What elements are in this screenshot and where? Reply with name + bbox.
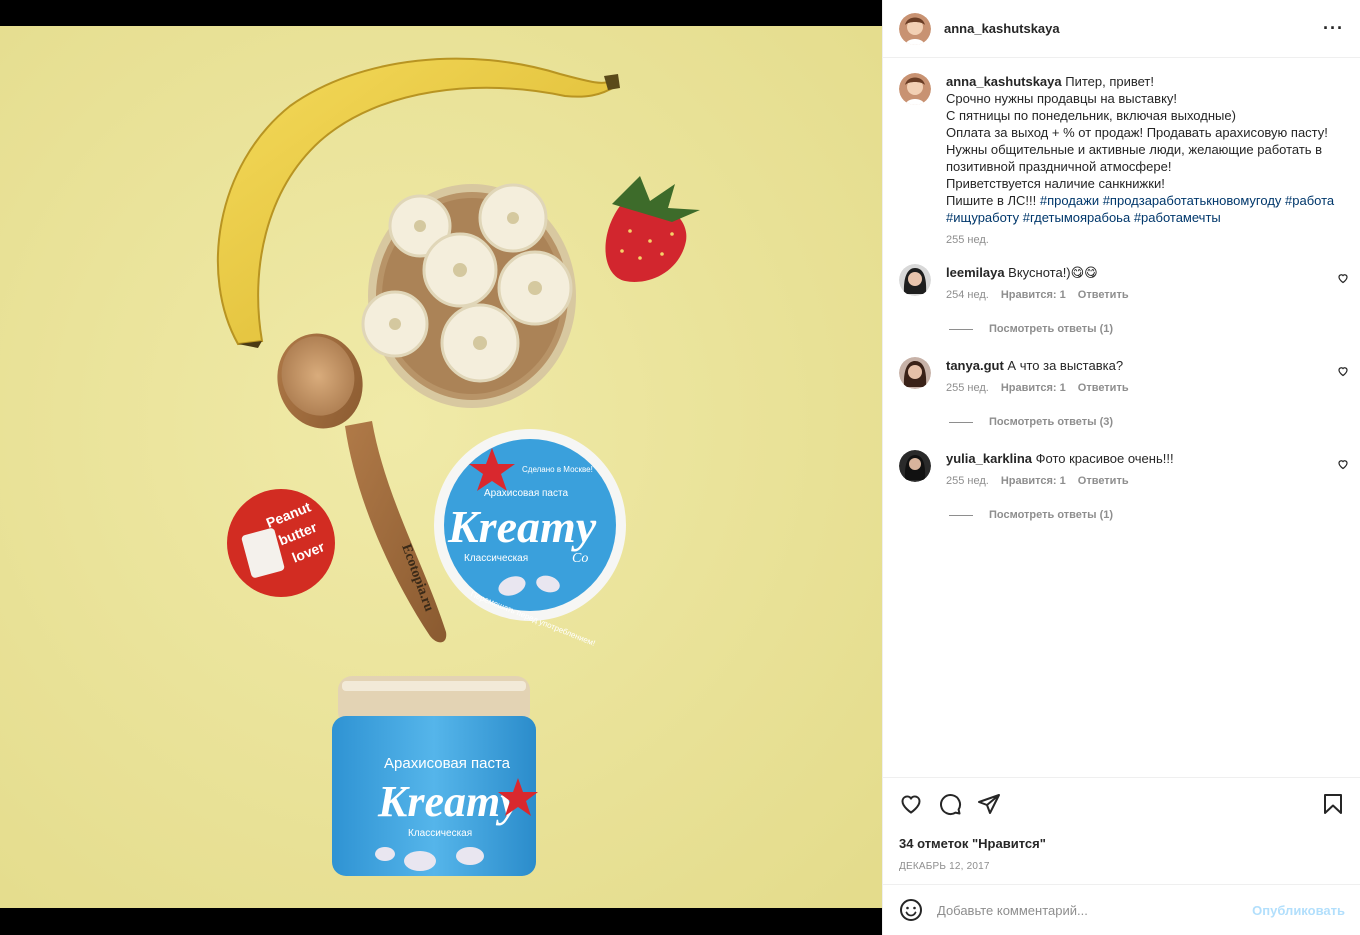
lid-made-text: Сделано в Москве! <box>522 465 593 474</box>
add-comment-bar: Опубликовать <box>883 884 1360 935</box>
comment-username[interactable]: tanya.gut <box>946 358 1004 373</box>
caption-line-2: Срочно нужны продавцы на выставку! <box>946 91 1178 106</box>
comment: tanya.gut А что за выставка? 255 нед. Нра… <box>883 357 1360 394</box>
hashtag[interactable]: #продзаработатькновомугоду <box>1103 193 1282 208</box>
jar-brand: Kreamy <box>377 777 520 826</box>
caption-meta: 255 нед. <box>946 234 1346 246</box>
emoji-icon[interactable] <box>899 898 923 922</box>
comment-bubble-icon[interactable] <box>938 792 962 816</box>
comment-text: А что за выставка? <box>1007 358 1124 373</box>
share-paper-plane-icon[interactable] <box>977 792 1001 816</box>
hashtag[interactable]: #гдетымоярабоьа <box>1023 210 1130 225</box>
caption-text: anna_kashutskaya Питер, привет! Срочно н… <box>946 73 1346 226</box>
view-replies-label: Посмотреть ответы (1) <box>989 323 1114 335</box>
comment-heart-icon[interactable] <box>1337 458 1349 470</box>
peanut-butter-jar: Арахисовая паста Kreamy Классическая <box>332 676 538 876</box>
replies-divider <box>949 328 973 330</box>
author-avatar[interactable] <box>899 12 931 45</box>
view-replies-label: Посмотреть ответы (1) <box>989 509 1114 521</box>
caption-line-7: Пишите в ЛС!!! <box>946 193 1037 208</box>
view-replies-button[interactable]: Посмотреть ответы (3) <box>949 416 1360 428</box>
reply-button[interactable]: Ответить <box>1078 382 1129 394</box>
comment-likes[interactable]: Нравится: 1 <box>1001 382 1066 394</box>
lid-subtitle: Арахисовая паста <box>484 488 568 499</box>
comment-username[interactable]: leemilaya <box>946 265 1005 280</box>
comment-input[interactable] <box>937 902 1253 918</box>
jar-type: Классическая <box>408 828 472 839</box>
replies-divider <box>949 514 973 516</box>
comments-list: anna_kashutskaya Питер, привет! Срочно н… <box>883 59 1360 777</box>
comment-time[interactable]: 255 нед. <box>946 475 989 487</box>
post-date[interactable]: ДЕКАБРЬ 12, 2017 <box>899 861 1345 872</box>
commenter-avatar[interactable] <box>899 450 931 482</box>
publish-button[interactable]: Опубликовать <box>1252 903 1345 918</box>
comment-likes[interactable]: Нравится: 1 <box>1001 475 1066 487</box>
view-replies-button[interactable]: Посмотреть ответы (1) <box>949 323 1360 335</box>
view-replies-label: Посмотреть ответы (3) <box>989 416 1114 428</box>
author-username[interactable]: anna_kashutskaya <box>944 21 1060 36</box>
comment-text: Фото красивое очень!!! <box>1035 451 1174 466</box>
reply-button[interactable]: Ответить <box>1078 475 1129 487</box>
comment-time[interactable]: 255 нед. <box>946 382 989 394</box>
lid-brand: Kreamy <box>447 501 597 552</box>
hashtag[interactable]: #продажи <box>1040 193 1099 208</box>
caption-avatar[interactable] <box>899 73 931 105</box>
save-bookmark-icon[interactable] <box>1321 792 1345 816</box>
more-options-icon[interactable]: ··· <box>1323 18 1344 39</box>
like-heart-icon[interactable] <box>899 792 923 816</box>
jar-title: Арахисовая паста <box>384 755 511 772</box>
caption-line-4: Оплата за выход + % от продаж! Продавать… <box>946 125 1328 140</box>
post-actions: 34 отметок "Нравится" ДЕКАБРЬ 12, 2017 <box>883 777 1360 872</box>
replies-divider <box>949 421 973 423</box>
post-header: anna_kashutskaya ··· <box>883 0 1360 58</box>
hashtag[interactable]: #работамечты <box>1134 210 1221 225</box>
comment-username[interactable]: yulia_karklina <box>946 451 1032 466</box>
commenter-avatar[interactable] <box>899 264 931 296</box>
view-replies-button[interactable]: Посмотреть ответы (1) <box>949 509 1360 521</box>
comment-heart-icon[interactable] <box>1337 365 1349 377</box>
reply-button[interactable]: Ответить <box>1078 289 1129 301</box>
caption-time[interactable]: 255 нед. <box>946 234 989 246</box>
post-details-panel: anna_kashutskaya ··· anna_kashutskaya Пи… <box>882 0 1360 935</box>
comment-time[interactable]: 254 нед. <box>946 289 989 301</box>
hashtag[interactable]: #работа <box>1285 193 1334 208</box>
caption-line-1: Питер, привет! <box>1065 74 1155 89</box>
post-media: Ecotopia.ru Peanut butter lover Сделано … <box>0 0 882 935</box>
action-icons <box>899 792 1345 816</box>
comment-likes[interactable]: Нравится: 1 <box>1001 289 1066 301</box>
commenter-avatar[interactable] <box>899 357 931 389</box>
caption-line-5: Нужны общительные и активные люди, желаю… <box>946 142 1323 174</box>
caption-line-6: Приветствуется наличие санкнижки! <box>946 176 1165 191</box>
caption-username[interactable]: anna_kashutskaya <box>946 74 1062 89</box>
likes-count[interactable]: 34 отметок "Нравится" <box>899 836 1345 851</box>
lid-type: Классическая <box>464 553 528 564</box>
hashtag[interactable]: #ищуработу <box>946 210 1019 225</box>
lid-co: Co <box>572 551 588 566</box>
comment-text: Вкуснота!)😋😋 <box>1008 265 1098 280</box>
comment-heart-icon[interactable] <box>1337 272 1349 284</box>
comment: yulia_karklina Фото красивое очень!!! 25… <box>883 450 1360 487</box>
post-photo[interactable]: Ecotopia.ru Peanut butter lover Сделано … <box>0 26 882 908</box>
peanut-butter-sticker: Peanut butter lover <box>227 489 335 597</box>
comment: leemilaya Вкуснота!)😋😋 254 нед. Нравится:… <box>883 264 1360 301</box>
caption-line-3: С пятницы по понедельник, включая выходн… <box>946 108 1236 123</box>
caption: anna_kashutskaya Питер, привет! Срочно н… <box>883 59 1360 246</box>
